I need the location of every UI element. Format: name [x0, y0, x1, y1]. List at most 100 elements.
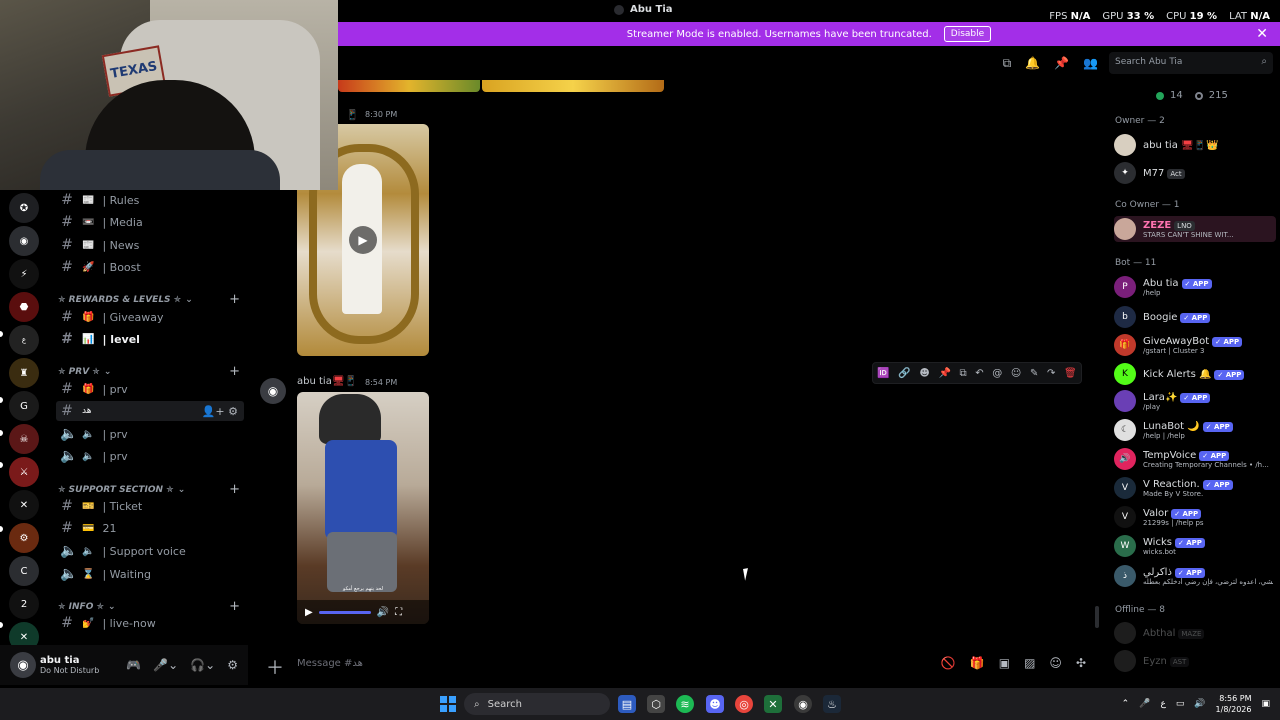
member-item[interactable]: V Valor ✓ APP 21299s | /help ps: [1114, 506, 1276, 528]
server-icon[interactable]: ✪: [9, 193, 39, 223]
member-item[interactable]: ZEZE LNO STARS CAN'T SHINE WIT...: [1114, 216, 1276, 242]
apps-icon[interactable]: ✣: [1076, 656, 1086, 670]
member-item[interactable]: W Wicks ✓ APP wicks.bot: [1114, 535, 1276, 557]
taskbar-app-icon[interactable]: ⬡: [647, 695, 665, 713]
trash-icon[interactable]: 🗑: [1064, 368, 1077, 379]
image-attachment[interactable]: [482, 80, 664, 92]
add-channel-icon[interactable]: +: [229, 364, 240, 379]
channel-live-now[interactable]: # 💅 | live-now: [56, 613, 244, 633]
server-icon[interactable]: C: [9, 556, 39, 586]
voice-channel-support[interactable]: 🔈 🔈 | Support voice: [56, 541, 244, 561]
gear-icon[interactable]: ⚙: [227, 658, 238, 672]
spotify-icon[interactable]: ≋: [676, 695, 694, 713]
category-info[interactable]: ✯ INFO ✯ ⌄ +: [58, 599, 240, 614]
server-icon[interactable]: ⚡: [9, 259, 39, 289]
member-item[interactable]: ✦ M77 Act: [1114, 162, 1276, 184]
member-item[interactable]: Abthal MAZE: [1114, 622, 1276, 644]
edit-icon[interactable]: ✎: [1030, 368, 1038, 379]
steam-icon[interactable]: ♨: [823, 695, 841, 713]
taskbar-search[interactable]: ⌕ Search: [464, 693, 610, 715]
thread-icon[interactable]: ⧉: [960, 368, 967, 379]
emoji-icon[interactable]: ☺: [1011, 368, 1021, 379]
scrollbar[interactable]: [1095, 606, 1099, 628]
gamepad-icon[interactable]: 🎮: [126, 658, 141, 672]
member-item[interactable]: K Kick Alerts 🔔 ✓ APP: [1114, 363, 1276, 385]
notification-icon[interactable]: ▣: [1261, 699, 1270, 709]
reply-icon[interactable]: ↶: [975, 368, 983, 379]
members-icon[interactable]: 👥: [1083, 56, 1098, 71]
category-support[interactable]: ✯ SUPPORT SECTION ✯ ⌄ +: [58, 482, 240, 497]
member-item[interactable]: 🔊 TempVoice ✓ APP Creating Temporary Channe…: [1114, 448, 1276, 470]
voice-channel-prv[interactable]: 🔈 🔈 | prv: [56, 424, 244, 444]
headphones-icon[interactable]: 🎧⌄: [190, 658, 215, 672]
message-author[interactable]: abu tia: [297, 376, 332, 387]
add-channel-icon[interactable]: +: [229, 599, 240, 614]
add-attachment-icon[interactable]: ＋: [266, 654, 284, 680]
avatar[interactable]: ◉: [10, 652, 36, 678]
channel-current[interactable]: # هد 👤+ ⚙: [56, 401, 244, 421]
image-attachment[interactable]: [338, 80, 480, 92]
close-icon[interactable]: ✕: [1256, 26, 1268, 42]
server-icon[interactable]: ✕: [9, 490, 39, 520]
member-item[interactable]: ذ ذاكرلي ✓ APP بشي، اعدوه لترضي، فإن رضي أد…: [1114, 565, 1276, 587]
windows-start-icon[interactable]: [440, 696, 456, 712]
chrome-icon[interactable]: ◎: [735, 695, 753, 713]
message-input[interactable]: Message #هد: [297, 658, 363, 669]
voice-channel-waiting[interactable]: 🔈 ⌛ | Waiting: [56, 564, 244, 584]
server-icon[interactable]: ♜: [9, 358, 39, 388]
channel-news[interactable]: # 📰 | News: [56, 235, 244, 255]
member-item[interactable]: ☾ LunaBot 🌙 ✓ APP/help | /help: [1114, 419, 1276, 441]
pin-icon[interactable]: 📌: [1054, 56, 1069, 71]
server-icon[interactable]: G: [9, 391, 39, 421]
threads-icon[interactable]: ⧉: [1003, 56, 1012, 71]
mention-icon[interactable]: @: [992, 368, 1002, 379]
channel-prv[interactable]: # 🎁 | prv: [56, 379, 244, 399]
avatar[interactable]: ◉: [260, 378, 286, 404]
member-item[interactable]: 🎁 GiveAwayBot ✓ APP/gstart | Cluster 3: [1114, 334, 1276, 356]
channel-giveaway[interactable]: # 🎁 | Giveaway: [56, 307, 244, 327]
channel-media[interactable]: # 📼 | Media: [56, 212, 244, 232]
sticker-icon[interactable]: ▨: [1024, 656, 1035, 670]
member-item[interactable]: P Abu tia ✓ APP/help: [1114, 276, 1276, 298]
volume-icon[interactable]: 🔊: [1194, 699, 1205, 709]
server-icon[interactable]: 2: [9, 589, 39, 619]
volume-icon[interactable]: 🔊: [377, 607, 389, 618]
network-icon[interactable]: ▭: [1176, 699, 1185, 709]
video-progress[interactable]: [318, 610, 371, 614]
pin-icon[interactable]: 📌: [938, 368, 950, 379]
server-icon[interactable]: ☠: [9, 424, 39, 454]
channel-rules[interactable]: # 📰 | Rules: [56, 190, 244, 210]
server-icon[interactable]: ◉: [9, 226, 39, 256]
disable-streamer-button[interactable]: Disable: [943, 26, 992, 42]
category-prv[interactable]: ✯ PRV ✯ ⌄ +: [58, 364, 240, 379]
channel-level[interactable]: # 📊 | level: [56, 329, 244, 349]
link-icon[interactable]: 🔗: [898, 368, 910, 379]
member-item[interactable]: b Boogie ✓ APP: [1114, 306, 1276, 328]
server-icon[interactable]: ⬣: [9, 292, 39, 322]
forward-icon[interactable]: ↷: [1047, 368, 1055, 379]
no-mic-icon[interactable]: 🚫: [941, 656, 956, 670]
gift-icon[interactable]: 🎁: [970, 656, 985, 670]
bot-icon[interactable]: ☻: [919, 368, 929, 379]
channel-settings-icons[interactable]: 👤+ ⚙: [202, 405, 238, 418]
member-item[interactable]: Lara✨ ✓ APP/play: [1114, 390, 1276, 412]
terminal-icon[interactable]: ✕: [764, 695, 782, 713]
gif-icon[interactable]: ▣: [999, 656, 1010, 670]
server-icon[interactable]: ⚙: [9, 523, 39, 553]
server-icon[interactable]: ⚔: [9, 457, 39, 487]
discord-icon[interactable]: ☻: [706, 695, 724, 713]
video-attachment[interactable]: لحد يتهم يرجع أمكو ▶ 🔊 ⛶: [297, 392, 429, 624]
language-indicator[interactable]: ع: [1160, 699, 1165, 709]
category-rewards[interactable]: ✯ REWARDS & LEVELS ✯ ⌄ +: [58, 292, 240, 307]
channel-21[interactable]: # 💳 21: [56, 518, 244, 538]
obs-icon[interactable]: ◉: [794, 695, 812, 713]
add-channel-icon[interactable]: +: [229, 482, 240, 497]
channel-boost[interactable]: # 🚀 | Boost: [56, 257, 244, 277]
emoji-icon[interactable]: ☺: [1049, 656, 1062, 670]
play-icon[interactable]: ▶: [305, 607, 313, 618]
server-icon[interactable]: ع: [9, 325, 39, 355]
id-icon[interactable]: 🆔: [877, 368, 889, 379]
member-item[interactable]: abu tia 🖥📱👑: [1114, 134, 1276, 156]
search-input[interactable]: Search Abu Tia ⌕: [1109, 52, 1273, 74]
member-item[interactable]: VV Reaction. ✓ APP Made By V Store.: [1114, 477, 1276, 499]
